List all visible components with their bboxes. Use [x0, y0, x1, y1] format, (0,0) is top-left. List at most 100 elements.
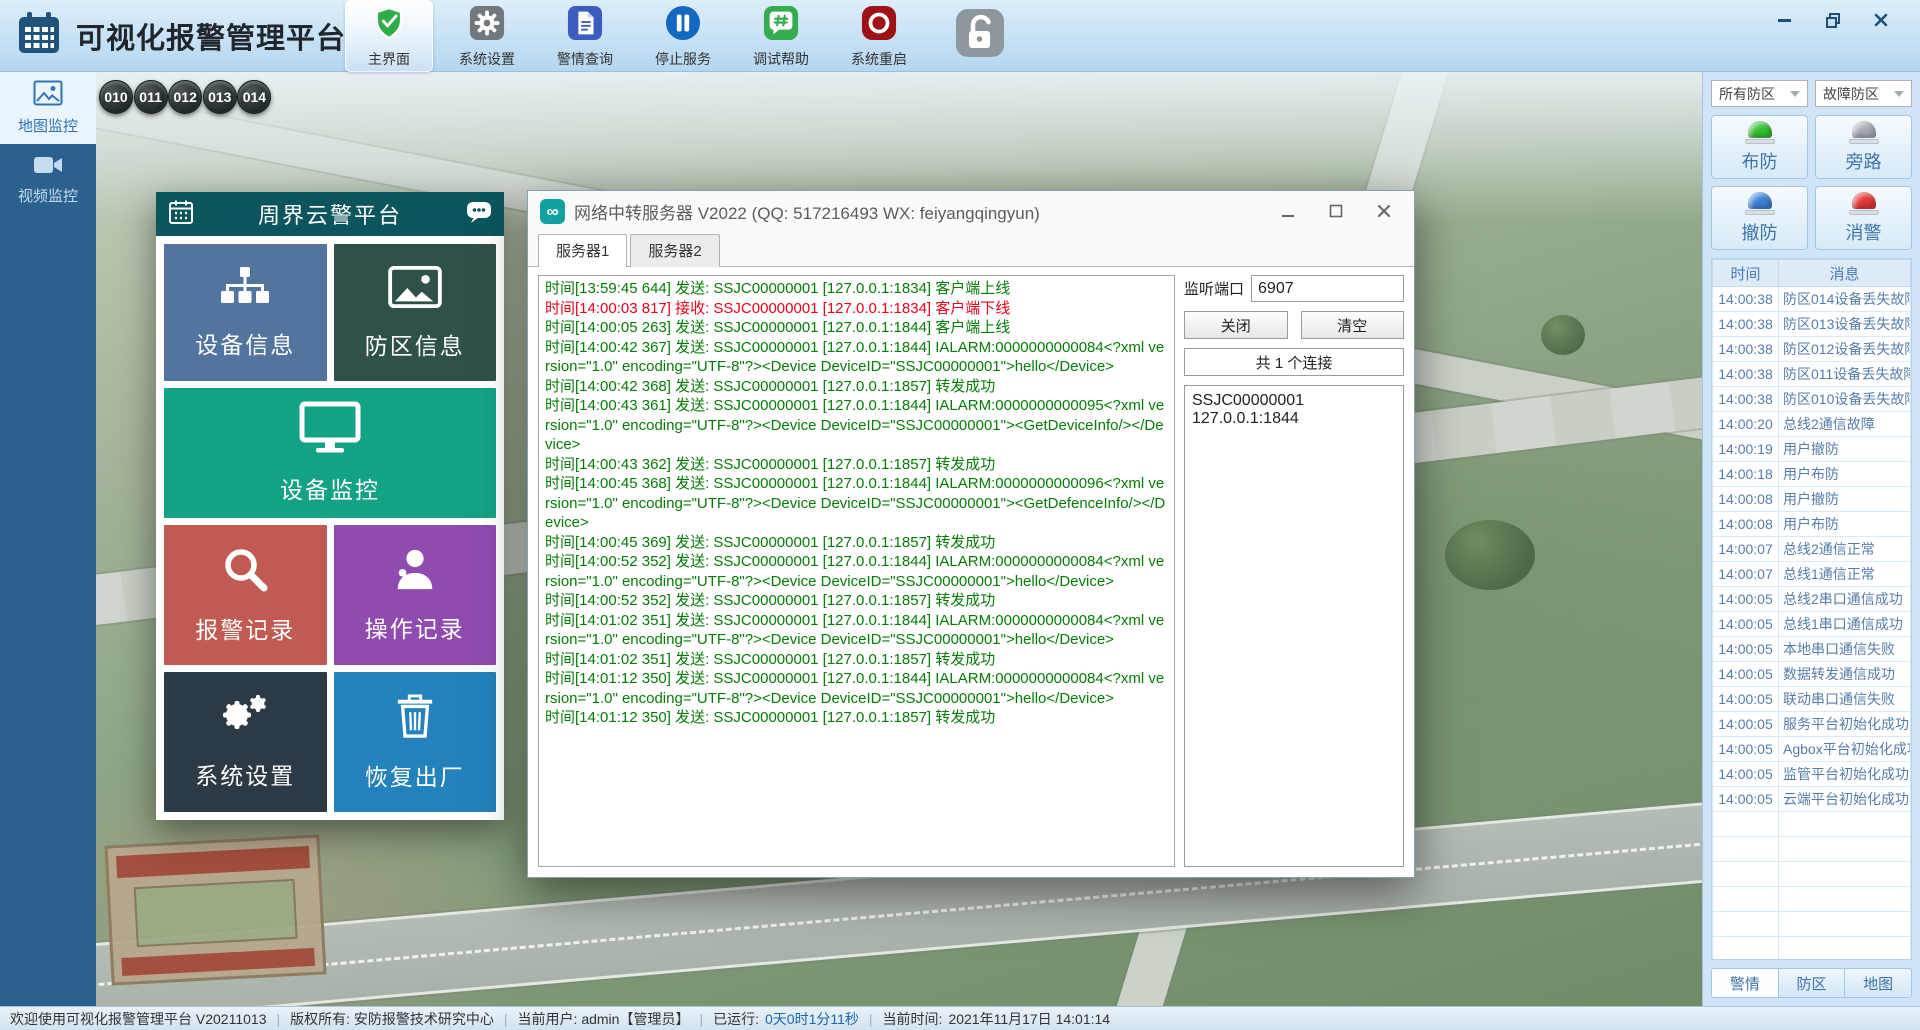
main-area: 地图监控 视频监控 010 011 012 013 014 周界云警平台 设备信…: [0, 72, 1920, 1006]
table-row[interactable]: 14:00:38 防区011设备丢失故障: [1712, 361, 1911, 387]
nav-debug-help[interactable]: 调试帮助: [737, 0, 825, 72]
lock-toggle[interactable]: [955, 8, 1005, 63]
map-marker[interactable]: 011: [133, 80, 168, 114]
tile-factory-reset[interactable]: 恢复出厂: [333, 672, 496, 812]
siren-green-icon: [1744, 120, 1775, 144]
table-row[interactable]: 14:00:05 数据转发通信成功: [1712, 661, 1911, 687]
tab-map[interactable]: 地图: [1845, 968, 1913, 998]
col-header-time: 时间: [1712, 259, 1779, 287]
table-row[interactable]: 14:00:19 用户撤防: [1712, 436, 1911, 462]
table-row[interactable]: 14:00:05 本地串口通信失败: [1712, 636, 1911, 662]
status-welcome: 欢迎使用可视化报警管理平台 V20211013: [10, 1010, 267, 1027]
table-row-empty: [1712, 836, 1911, 862]
table-row[interactable]: 14:00:38 防区013设备丢失故障: [1712, 311, 1911, 337]
separator: |: [276, 1010, 281, 1027]
table-row[interactable]: 14:00:07 总线1通信正常: [1712, 561, 1911, 587]
tile-device-info[interactable]: 设备信息: [164, 244, 327, 381]
table-row[interactable]: 14:00:18 用户布防: [1712, 461, 1911, 487]
minimize-icon[interactable]: [1280, 203, 1296, 219]
tile-label: 恢复出厂: [364, 764, 465, 790]
tile-alarm-records[interactable]: 报警记录: [164, 525, 327, 665]
status-runtime-value: 0天0时1分11秒: [765, 1010, 859, 1027]
table-row[interactable]: 14:00:07 总线2通信正常: [1712, 536, 1911, 562]
table-row[interactable]: 14:00:05 联动串口通信失败: [1712, 686, 1911, 712]
server-log[interactable]: 时间[13:59:45 644] 发送: SSJC00000001 [127.0…: [538, 275, 1175, 867]
table-row[interactable]: 14:00:08 用户撤防: [1712, 486, 1911, 512]
silence-alarm-button[interactable]: 消警: [1815, 186, 1912, 250]
nav-label: 停止服务: [655, 50, 711, 67]
nav-label: 警情查询: [557, 50, 613, 67]
launcher-tiles: 设备信息 防区信息 设备监控 报警记录 操作记录 系统设置 恢复出厂: [156, 236, 504, 820]
restore-icon[interactable]: [1824, 12, 1842, 28]
table-row[interactable]: 14:00:05 总线2串口通信成功: [1712, 586, 1911, 612]
table-row[interactable]: 14:00:05 云端平台初始化成功: [1712, 786, 1911, 812]
alarm-panel-tabs: 警情 防区 地图: [1711, 968, 1913, 998]
video-icon: [33, 154, 63, 180]
map-marker[interactable]: 014: [237, 80, 272, 114]
server-window-titlebar[interactable]: 网络中转服务器 V2022 (QQ: 517216493 WX: feiyang…: [528, 191, 1414, 231]
chat-bubble-icon[interactable]: [466, 200, 492, 229]
close-server-button[interactable]: 关闭: [1184, 311, 1288, 339]
table-row[interactable]: 14:00:38 防区010设备丢失故障: [1712, 386, 1911, 412]
nav-main-screen[interactable]: 主界面: [345, 0, 433, 72]
bypass-button[interactable]: 旁路: [1815, 115, 1912, 179]
listen-port-input[interactable]: [1251, 275, 1404, 302]
tab-zones[interactable]: 防区: [1778, 968, 1846, 998]
table-row[interactable]: 14:00:05 监管平台初始化成功: [1712, 761, 1911, 787]
zone-filter-select[interactable]: 所有防区: [1711, 80, 1808, 107]
nav-system-restart[interactable]: 系统重启: [835, 0, 923, 72]
table-row[interactable]: 14:00:05 总线1串口通信成功: [1712, 611, 1911, 637]
chevron-down-icon: [1894, 90, 1904, 97]
tile-operation-records[interactable]: 操作记录: [333, 525, 496, 665]
table-row[interactable]: 14:00:08 用户布防: [1712, 511, 1911, 537]
tile-label: 操作记录: [364, 616, 465, 642]
tab-alarms[interactable]: 警情: [1711, 968, 1779, 998]
image-icon: [387, 265, 443, 315]
close-icon[interactable]: [1376, 203, 1392, 219]
connection-list[interactable]: SSJC00000001 127.0.0.1:1844: [1184, 385, 1404, 867]
tab-server2[interactable]: 服务器2: [630, 234, 720, 267]
map-marker[interactable]: 012: [168, 80, 203, 114]
tile-device-monitor[interactable]: 设备监控: [164, 388, 496, 518]
tile-system-settings[interactable]: 系统设置: [164, 672, 327, 812]
alarm-table-body: 14:00:38 防区014设备丢失故障 14:00:38 防区013设备丢失故障 14…: [1712, 286, 1911, 959]
clear-log-button[interactable]: 清空: [1300, 311, 1404, 339]
log-line: 时间[13:59:45 644] 发送: SSJC00000001 [127.0…: [545, 280, 1011, 297]
nav-system-settings[interactable]: 系统设置: [443, 0, 531, 72]
table-row[interactable]: 14:00:05 服务平台初始化成功: [1712, 711, 1911, 737]
map-marker[interactable]: 010: [99, 80, 133, 114]
fault-zone-select[interactable]: 故障防区: [1815, 80, 1912, 107]
log-line: 时间[14:00:43 361] 发送: SSJC00000001 [127.0…: [545, 397, 1165, 453]
connection-item[interactable]: SSJC00000001 127.0.0.1:1844: [1192, 391, 1396, 429]
sidebar-item-map-monitor[interactable]: 地图监控: [0, 72, 96, 144]
restart-icon: [861, 5, 897, 46]
log-line: 时间[14:01:12 350] 发送: SSJC00000001 [127.0…: [545, 709, 996, 726]
arm-button[interactable]: 布防: [1711, 115, 1808, 179]
infinity-app-icon: [540, 198, 565, 224]
close-icon[interactable]: [1872, 12, 1890, 28]
table-row[interactable]: 14:00:05 Agbox平台初始化成功: [1712, 736, 1911, 762]
map-canvas[interactable]: 010 011 012 013 014 周界云警平台 设备信息 防区信息 设备监…: [96, 72, 1702, 1006]
table-row[interactable]: 14:00:20 总线2通信故障: [1712, 411, 1911, 437]
nav-stop-service[interactable]: 停止服务: [639, 0, 727, 72]
select-value: 所有防区: [1719, 85, 1775, 102]
brand: 可视化报警管理平台: [0, 10, 345, 61]
tab-server1[interactable]: 服务器1: [538, 234, 628, 267]
nav-alarm-query[interactable]: 警情查询: [541, 0, 629, 72]
sidebar-item-video-monitor[interactable]: 视频监控: [0, 144, 96, 216]
maximize-icon[interactable]: [1328, 203, 1344, 219]
minimize-icon[interactable]: [1776, 12, 1794, 28]
calendar-icon: [168, 199, 194, 230]
log-line: 时间[14:01:12 350] 发送: SSJC00000001 [127.0…: [545, 670, 1165, 707]
map-marker[interactable]: 013: [202, 80, 237, 114]
table-row[interactable]: 14:00:38 防区014设备丢失故障: [1712, 286, 1911, 312]
toolbar-nav: 主界面 系统设置 警情查询 停止服务 调试帮助 系统重启: [345, 0, 1005, 72]
search-icon: [221, 545, 269, 599]
image-icon: [33, 80, 63, 110]
disarm-button[interactable]: 撤防: [1711, 186, 1808, 250]
log-line: 时间[14:00:43 362] 发送: SSJC00000001 [127.0…: [545, 455, 996, 473]
table-row[interactable]: 14:00:38 防区012设备丢失故障: [1712, 336, 1911, 362]
tile-zone-info[interactable]: 防区信息: [333, 244, 496, 381]
chat-help-icon: [763, 5, 799, 46]
server-window: 网络中转服务器 V2022 (QQ: 517216493 WX: feiyang…: [527, 190, 1415, 878]
